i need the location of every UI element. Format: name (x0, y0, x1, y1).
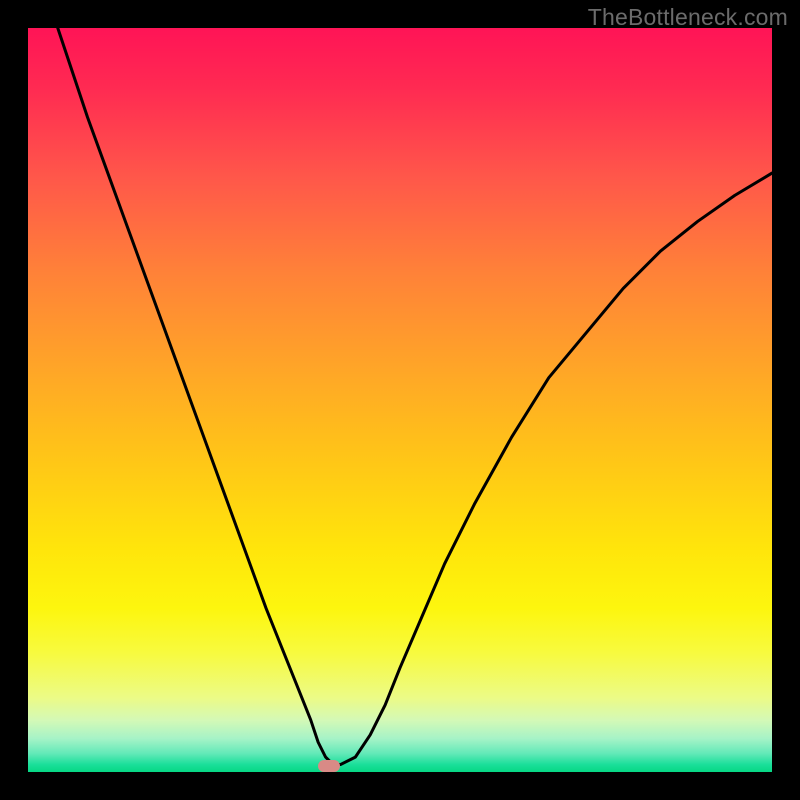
chart-frame: TheBottleneck.com (0, 0, 800, 800)
curve-layer (28, 28, 772, 772)
plot-area (28, 28, 772, 772)
bottleneck-marker (318, 760, 340, 772)
watermark-text: TheBottleneck.com (588, 4, 788, 31)
bottleneck-curve (58, 28, 772, 765)
